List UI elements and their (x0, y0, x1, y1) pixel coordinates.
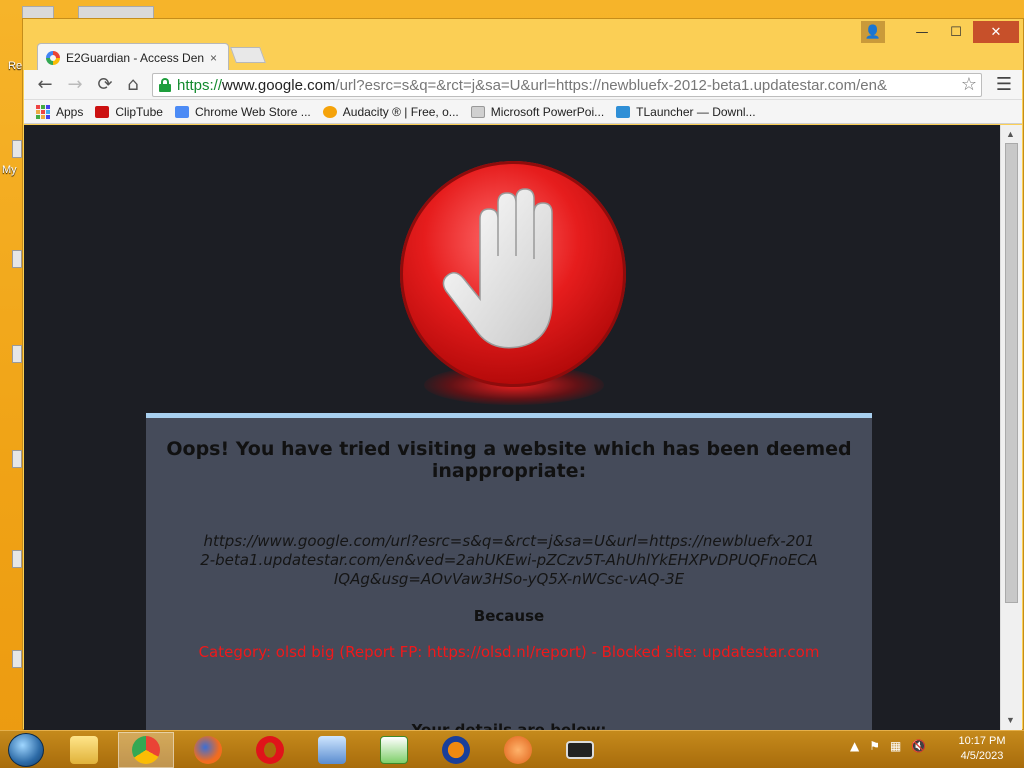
close-button[interactable]: ✕ (973, 21, 1019, 43)
taskbar: ▲ ⚑ ▦ 🔇 10:17 PM 4/5/2023 (0, 730, 1024, 768)
browser-window: 👤 — ☐ ✕ E2Guardian - Access Deni × ← → ⟳… (22, 18, 1024, 730)
menu-icon[interactable]: ☰ (996, 74, 1012, 95)
start-button[interactable] (8, 733, 44, 767)
scroll-down-icon[interactable]: ▼ (1006, 715, 1015, 725)
show-hidden-icons-icon[interactable]: ▲ (850, 739, 859, 753)
opera-icon[interactable] (242, 732, 298, 768)
monitor-icon[interactable] (552, 732, 608, 768)
stop-hand-icon (400, 161, 626, 387)
web-page-content: Oops! You have tried visiting a website … (24, 125, 1000, 730)
window-controls: 👤 — ☐ ✕ (861, 21, 1019, 43)
details-heading: Your details are below: (411, 721, 607, 730)
bookmark-chrome-web-store[interactable]: Chrome Web Store ... (174, 104, 311, 119)
bookmark-tlauncher[interactable]: TLauncher — Downl... (616, 104, 756, 119)
bookmark-star-icon[interactable]: ☆ (961, 74, 977, 95)
firefox-icon[interactable] (180, 732, 236, 768)
audacity-icon (322, 105, 337, 118)
bookmark-powerpoint[interactable]: Microsoft PowerPoi... (470, 104, 605, 119)
maximize-button[interactable]: ☐ (939, 21, 973, 43)
address-bar[interactable]: https://www.google.com/url?esrc=s&q=&rct… (152, 73, 982, 97)
spreadsheet-icon[interactable] (366, 732, 422, 768)
reload-button[interactable]: ⟳ (94, 74, 116, 96)
bookmark-label: Chrome Web Store ... (194, 104, 311, 119)
volume-muted-icon[interactable]: 🔇 (911, 739, 926, 753)
network-computer-icon[interactable] (304, 732, 360, 768)
network-icon[interactable]: ▦ (890, 739, 901, 753)
bookmark-label: Audacity ® | Free, o... (342, 104, 459, 119)
desktop-icon[interactable] (12, 450, 22, 468)
youtube-icon (95, 105, 110, 118)
blocked-url: https://www.google.com/url?esrc=s&q=&rct… (200, 532, 818, 588)
url-scheme: https:// (177, 76, 223, 94)
app-launcher-icon[interactable] (490, 732, 546, 768)
because-label: Because (473, 607, 545, 625)
action-center-flag-icon[interactable]: ⚑ (869, 739, 880, 753)
vertical-scrollbar[interactable]: ▲ ▼ (1000, 125, 1022, 730)
bookmark-apps[interactable]: Apps (36, 104, 84, 119)
user-profile-button[interactable]: 👤 (861, 21, 885, 43)
desktop-icon[interactable] (12, 650, 22, 668)
hand-icon (442, 188, 553, 349)
google-icon (46, 50, 60, 65)
desktop-icon-label[interactable]: Re (8, 60, 22, 72)
clock[interactable]: 10:17 PM 4/5/2023 (950, 734, 1014, 764)
chrome-icon[interactable] (118, 732, 174, 768)
web-store-icon (174, 105, 189, 118)
clock-time: 10:17 PM (958, 735, 1006, 747)
scroll-up-icon[interactable]: ▲ (1006, 129, 1015, 139)
url-path: /url?esrc=s&q=&rct=j&sa=U&url=https://ne… (335, 76, 887, 94)
back-button[interactable]: ← (34, 74, 56, 96)
tab-close-button[interactable]: × (210, 51, 217, 65)
bookmark-audacity[interactable]: Audacity ® | Free, o... (322, 104, 459, 119)
home-button[interactable]: ⌂ (122, 74, 144, 96)
bookmark-label: Microsoft PowerPoi... (490, 104, 605, 119)
desktop-icon-label[interactable]: My (2, 164, 17, 176)
block-message-panel: Oops! You have tried visiting a website … (146, 413, 872, 730)
clock-date: 4/5/2023 (960, 750, 1004, 762)
new-tab-button[interactable] (230, 47, 266, 63)
desktop-icon[interactable] (12, 550, 22, 568)
audacity-icon[interactable] (428, 732, 484, 768)
browser-toolbar: ← → ⟳ ⌂ https://www.google.com/url?esrc=… (24, 70, 1022, 100)
lock-icon[interactable] (159, 78, 171, 92)
file-explorer-icon[interactable] (56, 732, 112, 768)
system-tray: ▲ ⚑ ▦ 🔇 (850, 739, 926, 753)
url-text[interactable]: https://www.google.com/url?esrc=s&q=&rct… (177, 77, 957, 94)
block-reason: Category: olsd big (Report FP: https://o… (198, 643, 820, 661)
desktop-icon[interactable] (12, 140, 22, 158)
url-host: www.google.com (222, 76, 336, 94)
scrollbar-thumb[interactable] (1005, 143, 1018, 603)
desktop-icon[interactable] (12, 250, 22, 268)
tab-title: E2Guardian - Access Deni (66, 50, 204, 65)
bookmark-label: ClipTube (115, 104, 163, 119)
tlauncher-icon (616, 105, 631, 118)
block-heading: Oops! You have tried visiting a website … (166, 438, 852, 482)
minimize-button[interactable]: — (905, 21, 939, 43)
document-icon (470, 105, 485, 118)
forward-button[interactable]: → (64, 74, 86, 96)
bookmarks-bar: Apps ClipTube Chrome Web Store ... Audac… (24, 100, 1022, 124)
bookmark-cliptube[interactable]: ClipTube (95, 105, 163, 119)
bookmark-label: TLauncher — Downl... (636, 104, 756, 119)
bookmark-label: Apps (56, 104, 84, 119)
apps-grid-icon (36, 104, 50, 119)
desktop-icon[interactable] (12, 345, 22, 363)
browser-tab[interactable]: E2Guardian - Access Deni × (37, 43, 229, 71)
